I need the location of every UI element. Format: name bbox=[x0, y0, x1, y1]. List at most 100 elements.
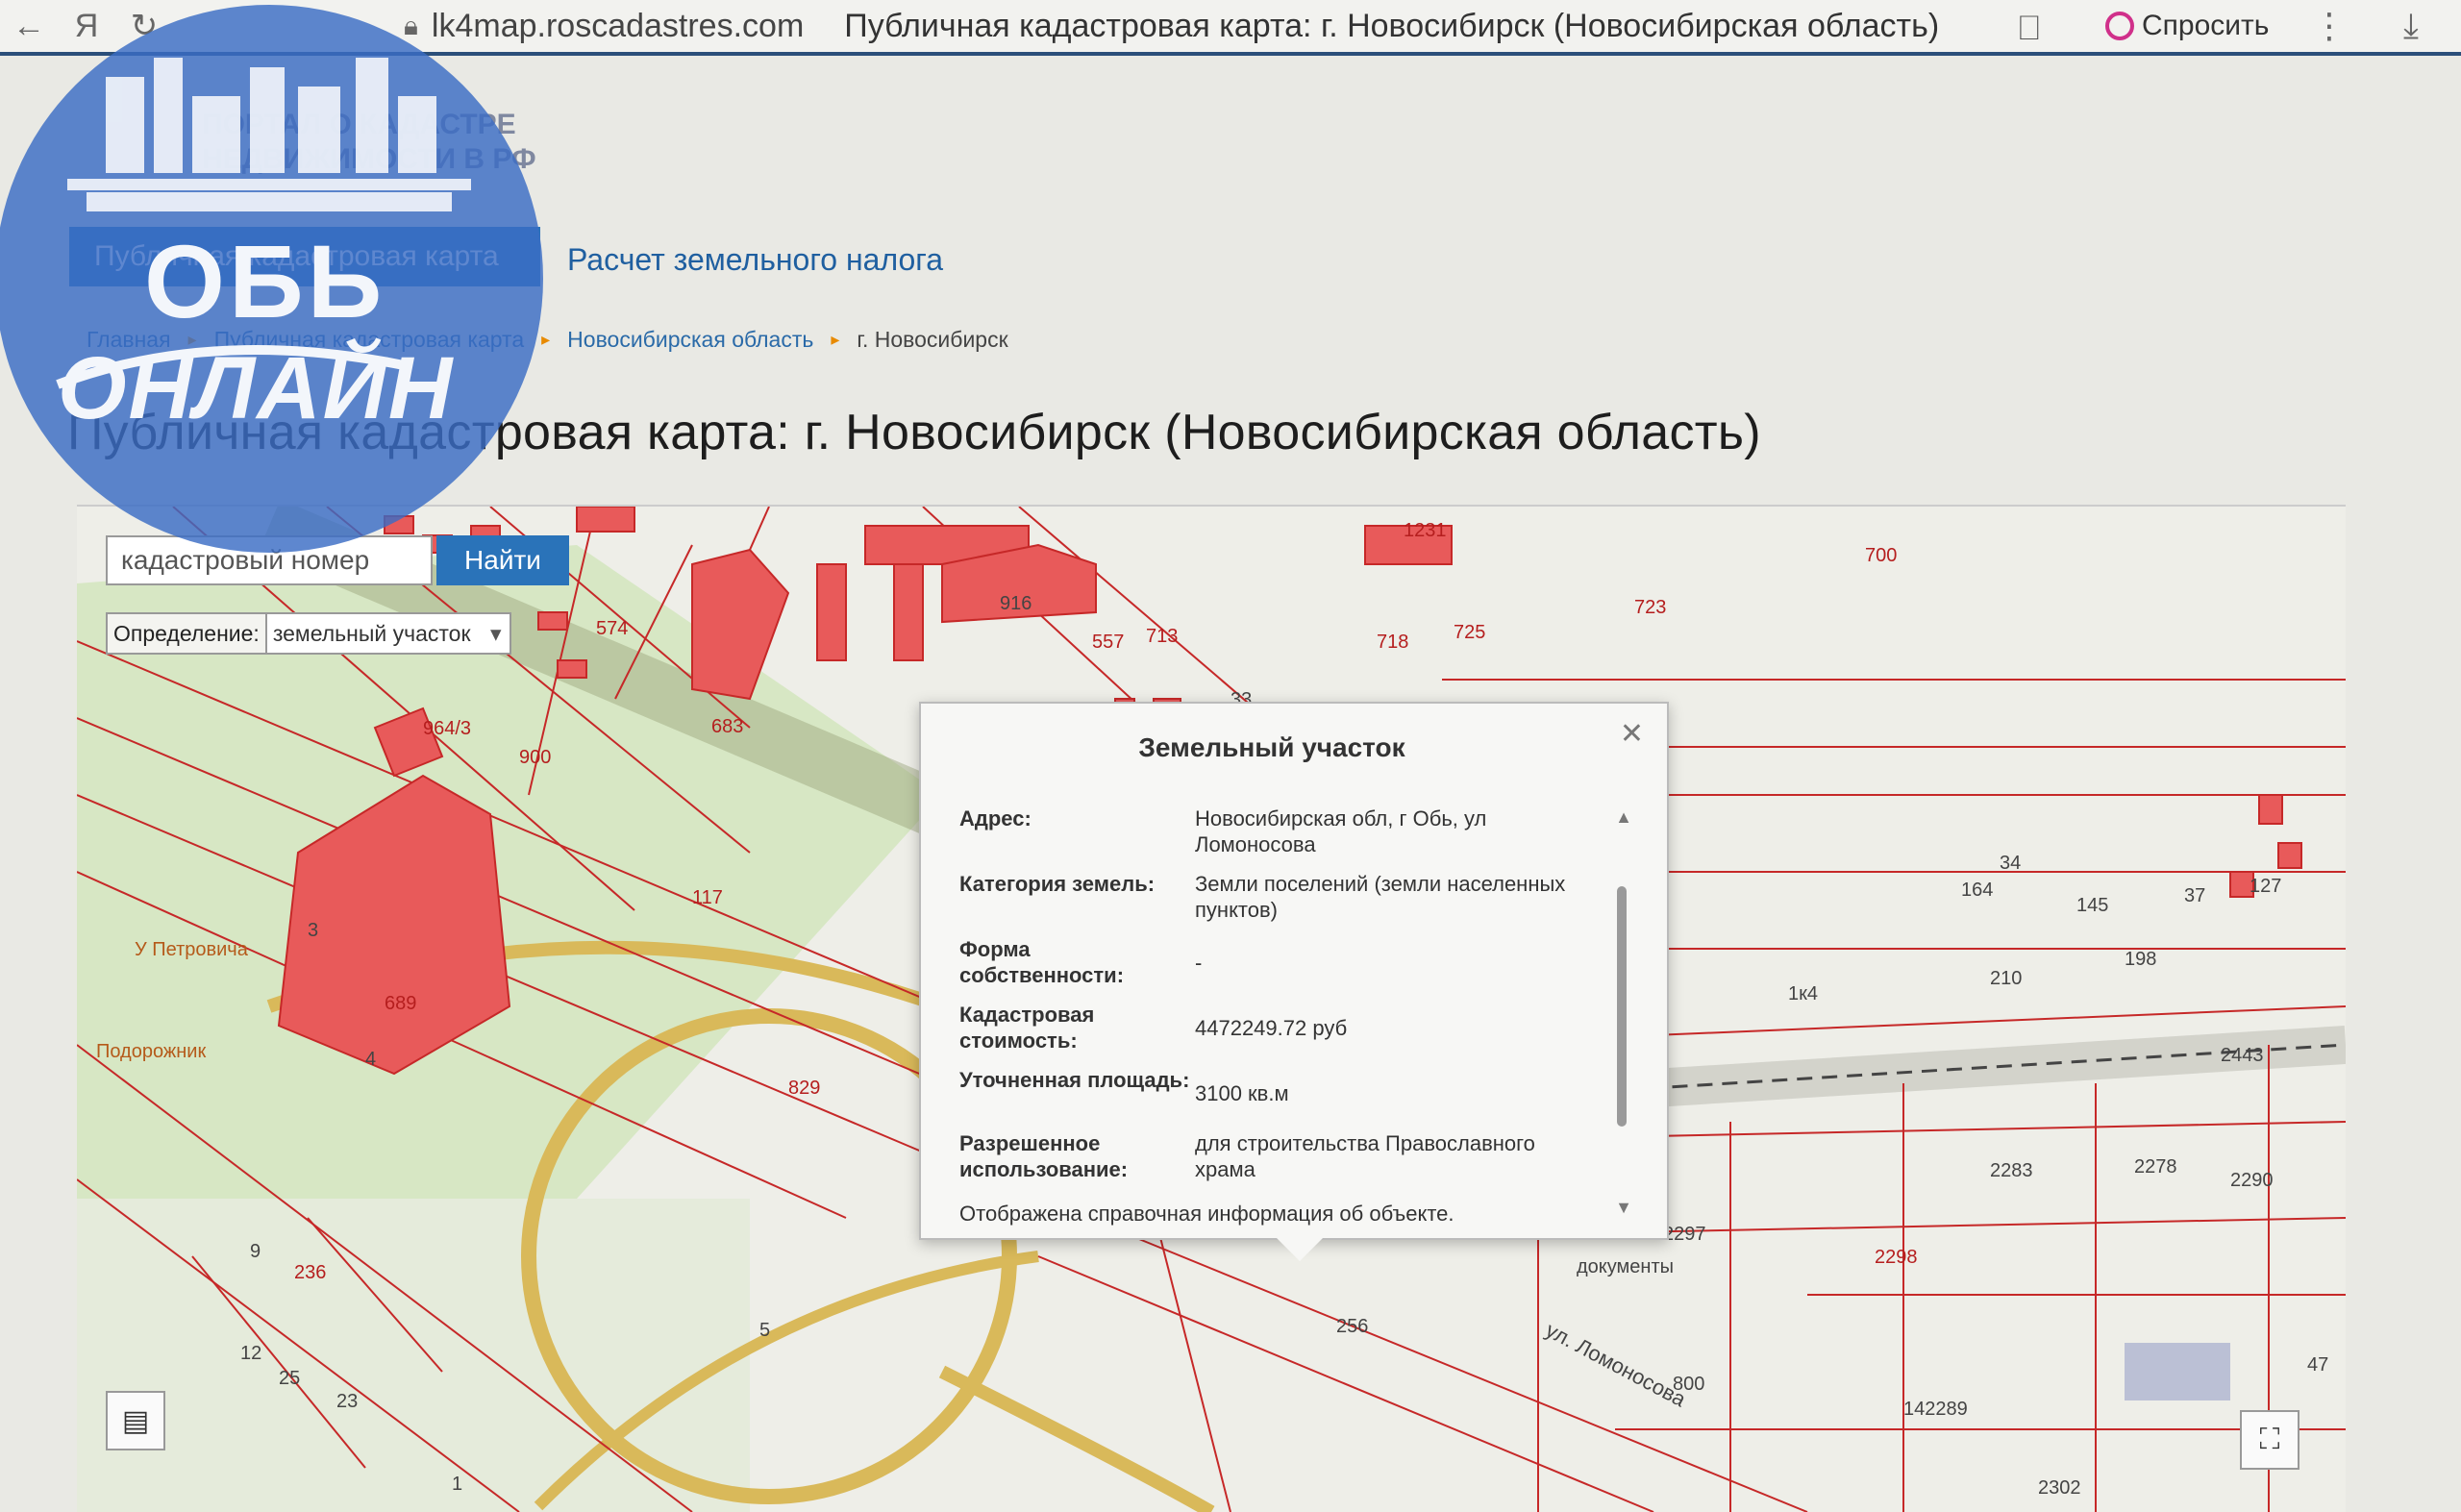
parcel-label: 574 bbox=[596, 618, 629, 639]
parcel-label: 142289 bbox=[1903, 1399, 1968, 1420]
breadcrumb-separator-icon: ▸ bbox=[187, 330, 197, 349]
breadcrumb: Главная ▸ Публичная кадастровая карта ▸ … bbox=[87, 327, 1008, 353]
browser-toolbar: ← Я ↻ 🔒︎ lk4map.roscadastres.com Публичн… bbox=[0, 0, 2461, 56]
popup-row-cost: Кадастровая стоимость: 4472249.72 руб bbox=[959, 1002, 1575, 1053]
ask-icon bbox=[2105, 12, 2134, 40]
find-button[interactable]: Найти bbox=[436, 535, 569, 585]
parcel-label: 2283 bbox=[1990, 1160, 2033, 1181]
parcel-label: 47 bbox=[2307, 1354, 2329, 1376]
poi-label[interactable]: Подорожник bbox=[96, 1041, 206, 1063]
parcel-label: 718 bbox=[1377, 632, 1409, 653]
download-icon[interactable]: ⤓ bbox=[2403, 6, 2419, 47]
popup-key: Уточненная площадь: bbox=[959, 1068, 1190, 1092]
parcel-label: 236 bbox=[294, 1262, 327, 1283]
definition-control: Определение: земельный участок bbox=[106, 612, 511, 655]
parcel-label: 198 bbox=[2125, 949, 2157, 970]
nav-land-tax[interactable]: Расчет земельного налога bbox=[567, 242, 943, 278]
definition-select[interactable]: земельный участок bbox=[264, 614, 510, 653]
parcel-label: 2443 bbox=[2221, 1045, 2264, 1066]
breadcrumb-separator-icon: ▸ bbox=[541, 330, 551, 349]
parcel-label: 2278 bbox=[2134, 1156, 2177, 1177]
popup-key: Форма собственности: bbox=[959, 937, 1125, 987]
parcel-label: 145 bbox=[2076, 895, 2109, 916]
breadcrumb-region[interactable]: Новосибирская область bbox=[567, 327, 813, 353]
parcel-label: 12 bbox=[240, 1343, 262, 1364]
address-bar-title: Публичная кадастровая карта: г. Новосиби… bbox=[844, 7, 1940, 44]
parcel-label: 5 bbox=[759, 1320, 771, 1341]
parcel-label: 2297 bbox=[1663, 1224, 1706, 1245]
parcel-label: 829 bbox=[788, 1078, 821, 1099]
site-logo-text[interactable]: ПОРТАЛ О КАДАСТРЕ НЕДВИЖИМОСТИ В РФ bbox=[202, 108, 548, 177]
parcel-label: 725 bbox=[1454, 622, 1486, 643]
poi-label[interactable]: документы bbox=[1577, 1256, 1674, 1278]
parcel-label: 127 bbox=[2250, 876, 2282, 897]
parcel-label: 700 bbox=[1865, 545, 1898, 566]
fullscreen-icon: ⛶ bbox=[2259, 1424, 2280, 1455]
popup-note: Отображена справочная информация об объе… bbox=[959, 1202, 1454, 1226]
parcel-label: 713 bbox=[1146, 626, 1179, 647]
popup-key: Кадастровая стоимость: bbox=[959, 1003, 1095, 1053]
ask-label: Спросить bbox=[2142, 10, 2270, 41]
parcel-label: 964/3 bbox=[423, 718, 472, 739]
parcel-label: 23 bbox=[336, 1391, 359, 1412]
page-title: Публичная кадастровая карта: г. Новосиби… bbox=[67, 405, 1761, 460]
lock-icon: 🔒︎ bbox=[404, 10, 418, 40]
map-layers-button[interactable]: ▤ bbox=[106, 1391, 165, 1450]
popup-rows: Адрес: Новосибирская обл, г Обь, ул Ломо… bbox=[959, 806, 1575, 1196]
parcel-label: 210 bbox=[1990, 968, 2023, 989]
parcel-label: 37 bbox=[2184, 885, 2206, 906]
popup-title: Земельный участок bbox=[1138, 732, 1405, 762]
popup-value: Новосибирская обл, г Обь, ул Ломоносова bbox=[1195, 806, 1487, 856]
popup-value: 3100 кв.м bbox=[1195, 1081, 1289, 1105]
popup-value: 4472249.72 руб bbox=[1195, 1016, 1348, 1040]
cadastral-number-input[interactable]: кадастровый номер bbox=[106, 535, 433, 585]
back-icon[interactable]: ← bbox=[0, 8, 58, 45]
popup-key: Разрешенное использование: bbox=[959, 1131, 1129, 1181]
scroll-up-icon[interactable]: ▲ bbox=[1615, 807, 1632, 828]
parcel-label: 1к4 bbox=[1788, 983, 1818, 1004]
parcel-label: 25 bbox=[279, 1368, 301, 1389]
parcel-label: 723 bbox=[1634, 597, 1667, 618]
parcel-label: 2302 bbox=[2038, 1477, 2081, 1499]
bookmark-icon[interactable]: ⎕ bbox=[2019, 8, 2040, 49]
breadcrumb-home[interactable]: Главная bbox=[87, 327, 171, 353]
ask-button[interactable]: Спросить bbox=[2105, 10, 2269, 42]
popup-value: Земли поселений (земли населенных пункто… bbox=[1195, 872, 1566, 922]
parcel-label: 117 bbox=[692, 887, 723, 908]
popup-row-address: Адрес: Новосибирская обл, г Обь, ул Ломо… bbox=[959, 806, 1575, 857]
parcel-label: 3 bbox=[308, 920, 319, 941]
parcel-label: 256 bbox=[1336, 1316, 1369, 1337]
popup-row-usage: Разрешенное использование: для строитель… bbox=[959, 1130, 1575, 1182]
parcel-label: 683 bbox=[711, 716, 744, 737]
parcel-label: 900 bbox=[519, 747, 552, 768]
address-bar-domain[interactable]: lk4map.roscadastres.com bbox=[432, 8, 804, 45]
popup-scrollbar[interactable] bbox=[1617, 886, 1627, 1127]
fullscreen-button[interactable]: ⛶ bbox=[2240, 1410, 2299, 1470]
definition-label: Определение: bbox=[113, 620, 260, 646]
popup-key: Категория земель: bbox=[959, 872, 1156, 896]
parcel-label: 2298 bbox=[1875, 1247, 1918, 1268]
parcel-label: 557 bbox=[1092, 632, 1125, 653]
close-icon[interactable]: ✕ bbox=[1620, 717, 1644, 751]
popup-row-ownership: Форма собственности: - bbox=[959, 936, 1575, 988]
parcel-label: 1231 bbox=[1404, 520, 1447, 541]
parcel-label: 34 bbox=[2000, 853, 2022, 874]
parcel-label: 164 bbox=[1961, 880, 1994, 901]
yandex-icon[interactable]: Я bbox=[58, 8, 115, 45]
layers-icon: ▤ bbox=[121, 1404, 150, 1437]
nav-public-map[interactable]: Публичная кадастровая карта bbox=[69, 227, 540, 286]
popup-row-area: Уточненная площадь: 3100 кв.м bbox=[959, 1067, 1575, 1117]
parcel-label: 1 bbox=[452, 1474, 463, 1495]
popup-value: для строительства Православного храма bbox=[1195, 1131, 1535, 1181]
popup-row-category: Категория земель: Земли поселений (земли… bbox=[959, 871, 1575, 923]
parcel-label: 9 bbox=[250, 1241, 261, 1262]
scroll-down-icon[interactable]: ▼ bbox=[1615, 1198, 1632, 1218]
reload-icon[interactable]: ↻ bbox=[115, 7, 173, 45]
popup-key: Адрес: bbox=[959, 806, 1032, 830]
breadcrumb-public-map[interactable]: Публичная кадастровая карта bbox=[214, 327, 525, 353]
poi-label[interactable]: У Петровича bbox=[135, 939, 248, 961]
parcel-info-popup: Земельный участок ✕ Адрес: Новосибирская… bbox=[919, 702, 1669, 1261]
more-icon[interactable]: ⋮ bbox=[2312, 6, 2347, 46]
map-search: кадастровый номер Найти bbox=[106, 535, 569, 585]
parcel-label: 916 bbox=[1000, 593, 1032, 614]
